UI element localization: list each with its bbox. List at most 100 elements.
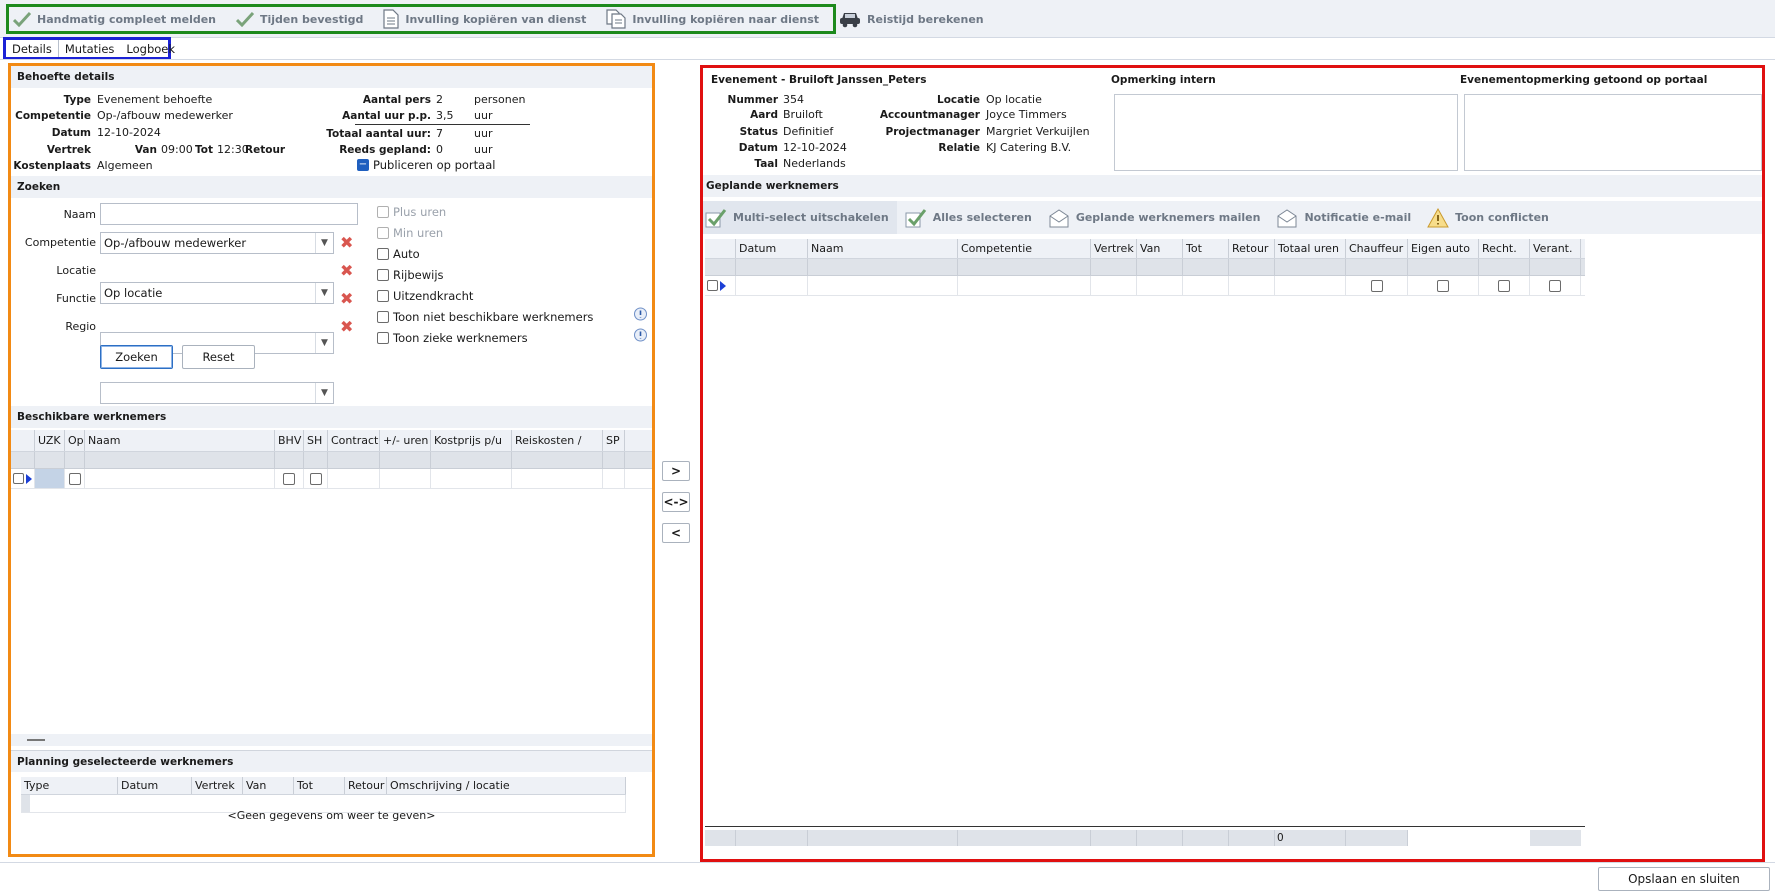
min-uren-checkbox[interactable]: Min uren [377,226,443,240]
row-select-checkbox[interactable] [707,280,718,291]
uzk-checkbox[interactable] [68,472,81,485]
reistijd-berekenen-button[interactable]: Reistijd berekenen [839,10,984,28]
chevron-down-icon[interactable]: ▼ [315,383,333,403]
info-icon[interactable] [633,328,648,343]
checkbox[interactable] [377,269,389,281]
multi-select-button[interactable]: Multi-select uitschakelen [703,201,897,234]
clear-locatie-icon[interactable]: ✖ [340,263,353,279]
column-header[interactable]: Type [21,777,118,794]
column-header[interactable]: Chauffeur [1346,239,1408,258]
column-header[interactable]: Competentie [958,239,1091,258]
zieke-werknemers-checkbox[interactable]: Toon zieke werknemers [377,331,528,345]
sh-checkbox[interactable] [309,472,322,485]
tab-details[interactable]: Details [6,40,59,57]
notificatie-email-button[interactable]: Notificatie e-mail [1276,208,1411,228]
chevron-down-icon[interactable]: ▼ [315,233,333,253]
chevron-down-icon[interactable]: ▼ [315,333,333,353]
plus-uren-checkbox[interactable]: Plus uren [377,205,446,219]
grid-scrollbar[interactable] [11,734,652,746]
checkbox[interactable] [377,311,389,323]
verant-checkbox[interactable] [1549,279,1561,292]
column-header[interactable]: Vertrek [192,777,243,794]
kopieren-naar-dienst-button[interactable]: Invulling kopiëren naar dienst [606,9,819,29]
remove-button[interactable]: < [662,523,690,543]
column-header[interactable]: Contract [328,430,380,451]
auto-checkbox[interactable]: Auto [377,247,420,261]
table-row[interactable] [705,276,1585,296]
row-select-checkbox[interactable] [13,473,24,484]
van-label: Van [134,144,157,156]
opmerking-portaal-textarea[interactable] [1464,94,1762,171]
reset-button[interactable]: Reset [182,345,255,369]
swap-button[interactable]: <-> [662,492,690,512]
column-header[interactable]: Recht. [1479,239,1530,258]
add-button[interactable]: > [662,461,690,481]
accountmanager-value: Joyce Timmers [986,108,1067,121]
table-row[interactable] [11,469,652,489]
toon-conflicten-button[interactable]: Toon conflicten [1427,207,1549,228]
zoeken-button[interactable]: Zoeken [100,345,173,369]
column-header[interactable]: Omschrijving / locatie [387,777,626,794]
info-icon[interactable] [633,307,648,322]
collapse-icon[interactable]: − [357,159,369,171]
alles-selecteren-button[interactable]: Alles selecteren [905,208,1032,228]
column-header[interactable]: SH [304,430,328,451]
sum-line [355,124,530,125]
chauffeur-checkbox[interactable] [1370,279,1383,292]
checkbox[interactable] [377,206,389,218]
niet-beschikbaar-checkbox[interactable]: Toon niet beschikbare werknemers [377,310,593,324]
regio-select[interactable]: ▼ [100,382,334,404]
column-header[interactable] [11,430,35,451]
checkbox[interactable] [377,332,389,344]
column-header[interactable]: Naam [808,239,958,258]
column-header[interactable]: Datum [118,777,192,794]
column-header[interactable]: Reiskosten / [512,430,603,451]
rijbewijs-checkbox[interactable]: Rijbewijs [377,268,444,282]
column-header[interactable]: BHV [275,430,304,451]
recht-checkbox[interactable] [1498,279,1510,292]
column-header[interactable]: Retour [1229,239,1275,258]
kopieren-van-dienst-button[interactable]: Invulling kopiëren van dienst [383,9,586,29]
column-header[interactable]: Van [1137,239,1183,258]
opmerking-intern-textarea[interactable] [1114,94,1458,171]
column-header[interactable]: Naam [85,430,275,451]
tijden-bevestigd-label: Tijden bevestigd [260,12,364,26]
naam-input[interactable] [100,203,358,225]
column-header[interactable]: SP [603,430,625,451]
publiceren-toggle[interactable]: − Publiceren op portaal [357,158,495,172]
clear-functie-icon[interactable]: ✖ [340,291,353,307]
tab-mutaties[interactable]: Mutaties [59,40,121,57]
tijden-bevestigd-button[interactable]: Tijden bevestigd [236,11,363,27]
column-header[interactable]: +/- uren [380,430,431,451]
column-header[interactable]: Van [243,777,294,794]
column-header[interactable]: Eigen auto [1408,239,1479,258]
chevron-down-icon[interactable]: ▼ [315,283,333,303]
opslaan-en-sluiten-button[interactable]: Opslaan en sluiten [1598,867,1770,891]
kopieren-naar-dienst-label: Invulling kopiëren naar dienst [632,12,820,26]
column-header[interactable]: Op [65,430,85,451]
handmatig-compleet-button[interactable]: Handmatig compleet melden [13,11,216,27]
column-header[interactable]: Tot [294,777,345,794]
splitter-handle[interactable] [27,739,45,741]
bhv-checkbox[interactable] [283,472,295,485]
column-header[interactable]: Kostprijs p/u [431,430,512,451]
competentie-select[interactable]: Op-/afbouw medewerker ▼ [100,232,334,254]
column-header[interactable]: Tot [1183,239,1229,258]
locatie-select[interactable]: Op locatie ▼ [100,282,334,304]
mail-werknemers-button[interactable]: Geplande werknemers mailen [1048,208,1260,228]
clear-regio-icon[interactable]: ✖ [340,319,353,335]
column-header[interactable]: Datum [736,239,808,258]
checkbox[interactable] [377,227,389,239]
checkbox[interactable] [377,290,389,302]
column-header[interactable]: UZK [35,430,65,451]
column-header[interactable]: Retour [345,777,387,794]
column-header[interactable]: Vertrek [1091,239,1137,258]
checkbox[interactable] [377,248,389,260]
tab-logboek[interactable]: Logboek [120,40,181,57]
column-header[interactable]: Verant. [1530,239,1581,258]
uitzendkracht-checkbox[interactable]: Uitzendkracht [377,289,473,303]
column-header[interactable] [705,239,736,258]
eigen-auto-checkbox[interactable] [1437,279,1449,292]
column-header[interactable]: Totaal uren [1275,239,1346,258]
clear-competentie-icon[interactable]: ✖ [340,235,353,251]
